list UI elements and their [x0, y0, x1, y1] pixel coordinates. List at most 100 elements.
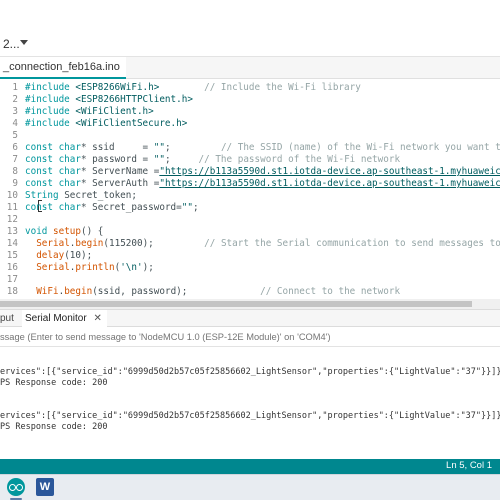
code-token: (115200);	[103, 238, 205, 249]
line-number: 15	[6, 250, 18, 261]
line-number: 7	[12, 154, 18, 165]
serial-output-line: PS Response code: 200	[0, 422, 108, 432]
line-number: 12	[6, 214, 18, 225]
code-line: 8 const char* ServerName ="https://b113a5…	[0, 166, 500, 178]
serial-message-input[interactable]	[0, 329, 480, 345]
code-token: () {	[81, 226, 104, 237]
code-token: Serial	[36, 262, 70, 273]
code-token: // Include the Wi-Fi library	[159, 82, 361, 93]
code-token: ;	[164, 142, 221, 153]
code-token: * password =	[80, 154, 154, 165]
code-token: WiFi	[36, 286, 59, 297]
close-icon[interactable]: ✕	[93, 313, 101, 324]
code-token: #include	[25, 118, 76, 129]
serial-message-bar	[0, 327, 500, 347]
code-token: // Connect to the network	[260, 286, 401, 297]
tab-sketch-file[interactable]: _connection_feb16a.ino	[0, 57, 126, 79]
code-text: String Secret_token;	[25, 190, 137, 202]
line-number: 11	[6, 202, 18, 213]
line-number: 4	[12, 118, 18, 129]
code-token: "https://b113a5590d.st1.iotda-device.ap-…	[159, 166, 500, 177]
code-text: void setup() {	[25, 226, 103, 238]
code-token: ""	[181, 202, 193, 213]
code-token: delay	[36, 250, 65, 261]
code-line: 2 #include <ESP8266HTTPClient.h>	[0, 94, 500, 106]
cursor-position[interactable]: Ln 5, Col 1	[446, 460, 492, 471]
code-line: 14 Serial.begin(115200); // Start the Se…	[0, 238, 500, 250]
serial-output-line: ervices":[{"service_id":"6999d50d2b57c05…	[0, 367, 500, 377]
code-line: 6 const char* ssid = ""; // The SSID (nam…	[0, 142, 500, 154]
line-number: 5	[12, 130, 18, 141]
code-token: '\n'	[120, 262, 143, 273]
line-number: 6	[12, 142, 18, 153]
tab-output[interactable]: put	[0, 313, 14, 324]
serial-output: ervices":[{"service_id":"6999d50d2b57c05…	[0, 347, 500, 459]
code-text: Serial.println('\n');	[25, 262, 154, 274]
code-token: );	[142, 262, 154, 273]
code-text: const char* password = ""; // The passwo…	[25, 154, 400, 166]
code-line: 1 #include <ESP8266WiFi.h> // Include the…	[0, 82, 500, 94]
code-token: <ESP8266HTTPClient.h>	[75, 94, 193, 105]
code-token: const char	[25, 142, 81, 153]
chevron-down-icon	[20, 40, 28, 45]
code-line: 5	[0, 130, 500, 142]
code-line: 16 Serial.println('\n');	[0, 262, 500, 274]
line-number: 3	[12, 106, 18, 117]
editor-horizontal-scrollbar[interactable]	[0, 299, 500, 309]
code-line: 15 delay(10);	[0, 250, 500, 262]
code-line: 7 const char* password = ""; // The passw…	[0, 154, 500, 166]
code-token: void	[25, 226, 48, 237]
code-token: <WiFiClientSecure.h>	[75, 118, 188, 129]
code-token: #include	[25, 82, 76, 93]
line-number: 8	[12, 166, 18, 177]
serial-output-line: PS Response code: 200	[0, 378, 108, 388]
code-token: #include	[25, 106, 76, 117]
line-number: 16	[6, 262, 18, 273]
code-text: const char* ssid = ""; // The SSID (name…	[25, 142, 500, 154]
serial-output-line: ervices":[{"service_id":"6999d50d2b57c05…	[0, 411, 500, 421]
line-number: 14	[6, 238, 18, 249]
board-selector-label: 2...	[3, 37, 20, 51]
code-text: #include <ESP8266WiFi.h> // Include the …	[25, 82, 361, 94]
code-token: String	[25, 190, 59, 201]
code-token: const char	[25, 178, 81, 189]
code-token: Serial	[36, 238, 70, 249]
code-line: 11 const char* Secret_password="";	[0, 202, 500, 214]
code-token: (10);	[64, 250, 93, 261]
code-token: begin	[75, 238, 104, 249]
code-token: ;	[192, 202, 199, 213]
board-selector[interactable]: 2...	[0, 33, 38, 55]
code-token: ""	[153, 154, 165, 165]
code-token: <ESP8266WiFi.h>	[75, 82, 160, 93]
code-token: (ssid, password);	[92, 286, 261, 297]
code-token: const char	[25, 154, 81, 165]
line-number: 2	[12, 94, 18, 105]
code-text: WiFi.begin(ssid, password); // Connect t…	[25, 286, 400, 298]
code-editor[interactable]: 1 #include <ESP8266WiFi.h> // Include the…	[0, 79, 500, 299]
word-app-icon[interactable]: W	[36, 478, 54, 496]
code-line: 10 String Secret_token;	[0, 190, 500, 202]
code-token: const char	[25, 166, 81, 177]
arduino-app-icon[interactable]	[7, 478, 25, 496]
taskbar: W	[0, 474, 500, 500]
scrollbar-thumb[interactable]	[0, 301, 472, 307]
code-token: Secret_token;	[58, 190, 137, 201]
code-token: ""	[153, 142, 165, 153]
line-number: 10	[6, 190, 18, 201]
code-text: const char* ServerAuth ="https://b113a55…	[25, 178, 500, 190]
tab-serial-monitor[interactable]: Serial Monitor ✕	[22, 310, 107, 327]
code-text: const char* ServerName ="https://b113a55…	[25, 166, 500, 178]
line-number: 13	[6, 226, 18, 237]
line-number: 17	[6, 274, 18, 285]
line-number: 18	[6, 286, 18, 297]
code-token: begin	[64, 286, 93, 297]
code-text: #include <ESP8266HTTPClient.h>	[25, 94, 193, 106]
code-line: 18 WiFi.begin(ssid, password); // Connec…	[0, 286, 500, 298]
code-token: <WiFiClient.h>	[75, 106, 154, 117]
code-token: * ServerAuth =	[80, 178, 160, 189]
code-token: println	[75, 262, 115, 273]
code-line: 17	[0, 274, 500, 286]
code-line: 9 const char* ServerAuth ="https://b113a5…	[0, 178, 500, 190]
